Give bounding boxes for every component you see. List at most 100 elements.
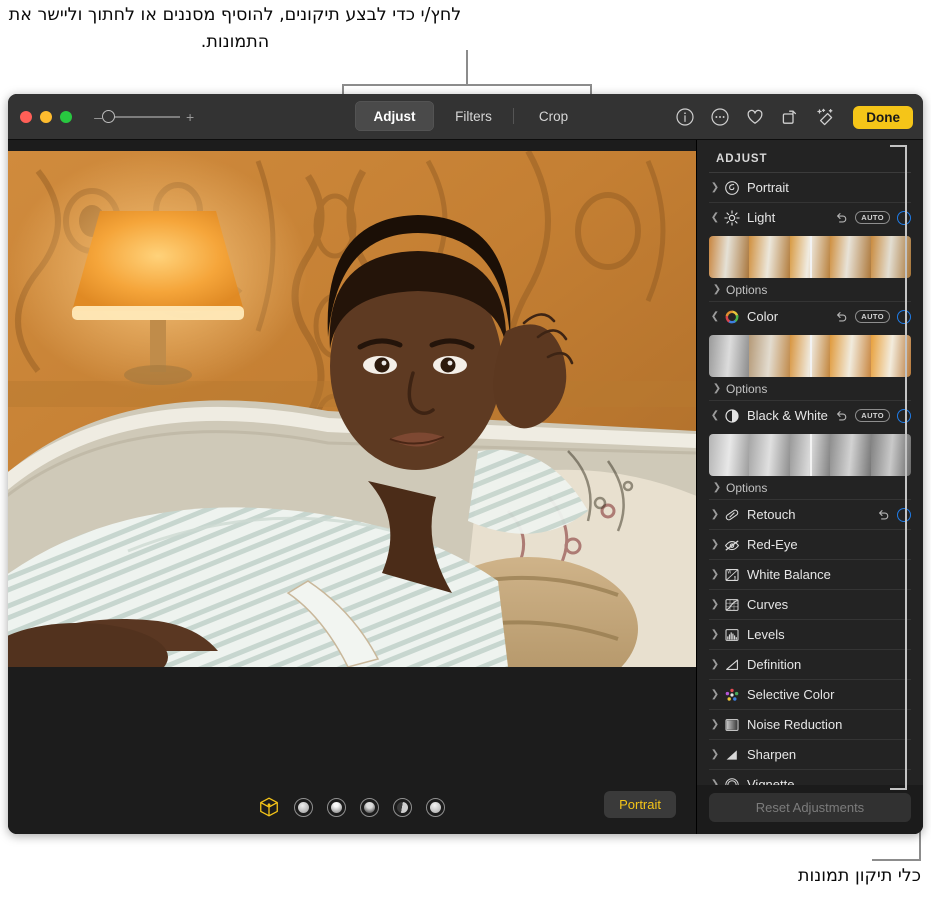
info-icon[interactable] [675,107,695,127]
strip-thumb[interactable] [749,236,789,278]
chevron-right-icon[interactable]: ❯ [709,719,721,730]
toggle-black-and-white[interactable] [897,409,911,423]
color-options-label: Options [726,382,767,396]
strip-thumb[interactable] [749,335,789,377]
effect-contour-light[interactable] [327,798,346,817]
reset-icon[interactable] [877,508,890,521]
zoom-slider-track[interactable] [108,116,180,118]
auto-enhance-icon[interactable] [815,107,835,127]
strip-thumb[interactable] [830,335,870,377]
adjust-item-red-eye-label: Red-Eye [747,537,911,552]
reset-icon[interactable] [835,211,848,224]
photo-preview[interactable] [8,151,696,667]
chevron-right-icon[interactable]: ❯ [709,509,721,520]
black-and-white-thumbnail-strip[interactable] [709,434,911,476]
tab-adjust[interactable]: Adjust [355,101,434,131]
adjust-item-levels[interactable]: ❯ [709,619,911,649]
light-thumbnail-strip[interactable] [709,236,911,278]
definition-icon [724,657,747,673]
color-strip-slider[interactable] [810,335,812,377]
reset-adjustments-button[interactable]: Reset Adjustments [709,793,911,822]
adjust-item-definition[interactable]: ❯ Definition [709,649,911,679]
zoom-slider-knob[interactable] [102,110,115,123]
toggle-color[interactable] [897,310,911,324]
adjust-item-sharpen[interactable]: ❯ Sharpen [709,739,911,769]
chevron-right-icon[interactable]: ❯ [709,659,721,670]
adjust-items-list[interactable]: ❯ Portrait ❮ [697,172,923,785]
adjust-item-selective-color[interactable]: ❯ Selective Color [709,679,911,709]
adjust-item-curves[interactable]: ❯ Curves [709,589,911,619]
chevron-down-icon[interactable]: ❮ [709,311,721,322]
tab-crop[interactable]: Crop [514,101,593,131]
chevron-right-icon[interactable]: ❯ [709,749,721,760]
effect-stage-light[interactable] [360,798,379,817]
chevron-right-icon[interactable]: ❯ [709,569,721,580]
color-thumbnail-strip[interactable] [709,335,911,377]
favorite-heart-icon[interactable] [745,107,765,127]
rotate-icon[interactable] [780,107,800,127]
photo-image [8,151,696,667]
strip-thumb[interactable] [749,434,789,476]
adjust-item-white-balance[interactable]: ❯ W B White Balance [709,559,911,589]
chevron-down-icon[interactable]: ❮ [709,410,721,421]
auto-badge-black-and-white[interactable]: AUTO [855,409,890,423]
reset-icon[interactable] [835,310,848,323]
chevron-right-icon[interactable]: ❯ [711,383,723,394]
strip-thumb[interactable] [830,236,870,278]
chevron-down-icon[interactable]: ❮ [709,212,721,223]
portrait-mode-button[interactable]: Portrait [604,791,676,818]
strip-thumb[interactable] [709,434,749,476]
effect-natural-light-cube[interactable] [258,796,280,818]
adjust-item-retouch[interactable]: ❯ Retouch [709,499,911,529]
light-options-row[interactable]: ❯ Options [709,278,911,301]
effect-studio-light[interactable] [294,798,313,817]
strip-thumb[interactable] [709,335,749,377]
chevron-right-icon[interactable]: ❯ [711,284,723,295]
adjust-item-color[interactable]: ❮ Color [709,301,911,331]
minimize-window-button[interactable] [40,111,52,123]
adjust-item-red-eye[interactable]: ❯ Red-Eye [709,529,911,559]
effect-stage-light-mono[interactable] [393,798,412,817]
chevron-right-icon[interactable]: ❯ [709,689,721,700]
color-options-row[interactable]: ❯ Options [709,377,911,400]
zoom-in-icon[interactable]: + [186,109,194,125]
toggle-retouch[interactable] [897,508,911,522]
adjust-item-black-and-white[interactable]: ❮ Black & White [709,400,911,430]
light-strip-slider[interactable] [810,236,812,278]
reset-icon[interactable] [835,409,848,422]
tab-crop-label: Crop [539,109,568,124]
black-and-white-options-label: Options [726,481,767,495]
chevron-right-icon[interactable]: ❯ [709,182,721,193]
toggle-light[interactable] [897,211,911,225]
more-options-icon[interactable] [710,107,730,127]
light-controls: AUTO [835,211,911,225]
strip-thumb[interactable] [709,236,749,278]
panel-bracket-bottom-tick [890,788,907,790]
photos-editor-window: – + Adjust Filters Crop [8,94,923,834]
zoom-window-button[interactable] [60,111,72,123]
adjust-item-light-label: Light [747,210,835,225]
adjust-item-light[interactable]: ❮ Light [709,202,911,232]
zoom-out-icon[interactable]: – [94,109,102,125]
adjust-item-noise-reduction-label: Noise Reduction [747,717,911,732]
strip-thumb[interactable] [830,434,870,476]
black-and-white-strip-slider[interactable] [810,434,812,476]
auto-badge-color[interactable]: AUTO [855,310,890,324]
done-button[interactable]: Done [853,106,913,129]
adjust-item-portrait[interactable]: ❯ Portrait [709,172,911,202]
close-window-button[interactable] [20,111,32,123]
adjust-item-vignette[interactable]: ❯ Vignette [709,769,911,785]
chevron-right-icon[interactable]: ❯ [709,539,721,550]
effect-high-key-light-mono[interactable] [426,798,445,817]
chevron-right-icon[interactable]: ❯ [709,599,721,610]
chevron-right-icon[interactable]: ❯ [711,482,723,493]
chevron-right-icon[interactable]: ❯ [709,779,721,785]
tab-adjust-label: Adjust [374,109,416,124]
black-and-white-options-row[interactable]: ❯ Options [709,476,911,499]
toolbar-right-tools: Done [675,94,913,140]
adjust-item-noise-reduction[interactable]: ❯ Noise Re [709,709,911,739]
auto-badge-light[interactable]: AUTO [855,211,890,225]
chevron-right-icon[interactable]: ❯ [709,629,721,640]
tab-filters[interactable]: Filters [434,101,513,131]
zoom-slider-control[interactable]: – + [94,109,194,125]
